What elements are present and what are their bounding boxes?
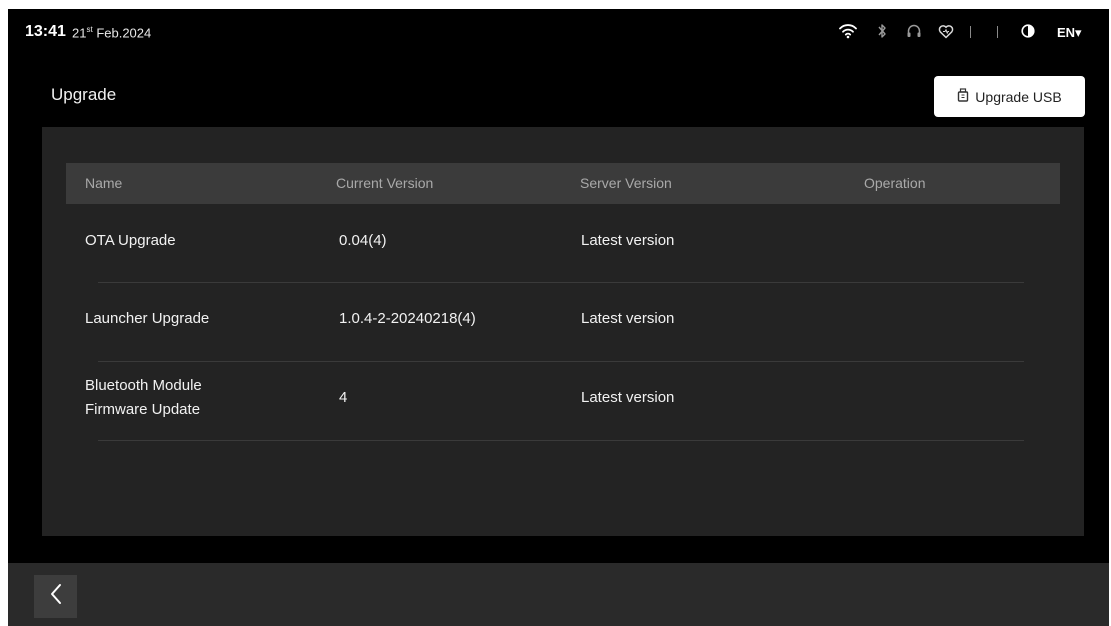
language-selector[interactable]: EN▾ — [1057, 25, 1082, 41]
upgrade-usb-label: Upgrade USB — [975, 88, 1062, 105]
row-name: Launcher Upgrade — [85, 310, 210, 327]
page-title: Upgrade — [51, 85, 117, 104]
usb-drive-icon — [957, 88, 969, 105]
clock: 13:41 — [25, 23, 66, 40]
row-current-version: 4 — [339, 389, 348, 406]
upgrade-panel: Name Current Version Server Version Oper… — [42, 127, 1084, 536]
column-header-name: Name — [85, 175, 123, 191]
wifi-icon — [839, 22, 857, 40]
row-server-version: Latest version — [581, 389, 675, 406]
row-name: Bluetooth Module — [85, 377, 202, 394]
status-divider — [997, 26, 998, 38]
bluetooth-icon — [873, 22, 891, 40]
device-screen: 13:41 21st Feb.2024 EN▾ Upgrade Upgrade … — [8, 9, 1109, 626]
row-name-line2: Firmware Update — [85, 401, 201, 418]
table-row: OTA Upgrade 0.04(4) Latest version — [66, 204, 1060, 282]
bottom-nav-bar — [8, 563, 1109, 626]
column-header-operation: Operation — [864, 175, 926, 191]
date: 21st Feb.2024 — [72, 25, 151, 40]
row-name: OTA Upgrade — [85, 232, 176, 249]
row-divider — [98, 440, 1024, 441]
date-day: 21 — [72, 25, 87, 41]
upgrade-usb-button[interactable]: Upgrade USB — [934, 76, 1085, 117]
headset-icon — [905, 22, 923, 40]
heart-icon — [937, 22, 955, 40]
status-divider — [970, 26, 971, 38]
row-current-version: 1.0.4-2-20240218(4) — [339, 310, 476, 327]
row-current-version: 0.04(4) — [339, 232, 387, 249]
row-server-version: Latest version — [581, 232, 675, 249]
column-header-current-version: Current Version — [336, 175, 434, 191]
status-bar: 13:41 21st Feb.2024 EN▾ — [8, 9, 1109, 55]
table-row: Launcher Upgrade 1.0.4-2-20240218(4) Lat… — [66, 283, 1060, 361]
contrast-icon[interactable] — [1019, 22, 1037, 40]
row-server-version: Latest version — [581, 310, 675, 327]
table-row: Bluetooth Module Firmware Update 4 Lates… — [66, 362, 1060, 440]
back-button[interactable] — [34, 575, 77, 618]
chevron-left-icon — [49, 583, 63, 610]
column-header-server-version: Server Version — [580, 175, 672, 191]
date-month-year: Feb.2024 — [92, 25, 152, 41]
table-header: Name Current Version Server Version Oper… — [66, 163, 1060, 204]
